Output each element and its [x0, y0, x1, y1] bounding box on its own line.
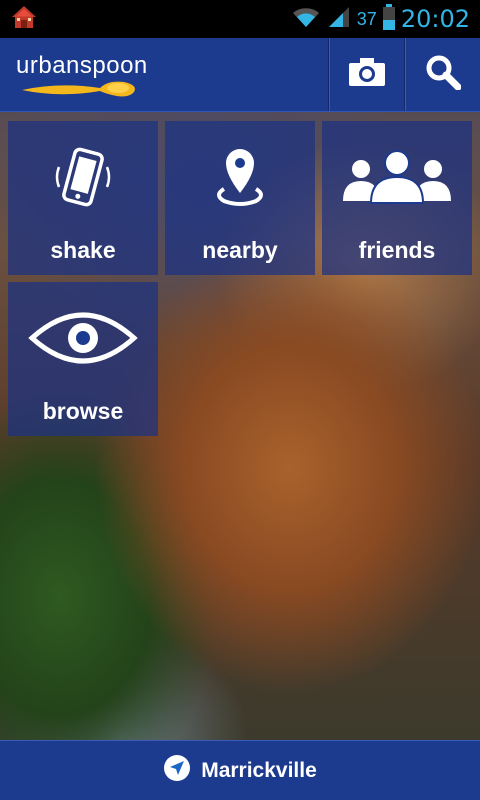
location-bar[interactable]: Marrickville — [0, 740, 480, 800]
battery-level: 37 — [356, 8, 377, 29]
wifi-icon — [291, 5, 321, 34]
tile-browse[interactable]: browse — [8, 282, 158, 436]
eye-icon — [28, 306, 138, 370]
tile-browse-label: browse — [42, 398, 124, 424]
tile-nearby[interactable]: nearby — [165, 121, 315, 275]
urbanspoon-logo[interactable]: urbanspoon — [0, 38, 328, 111]
search-button[interactable] — [404, 38, 480, 111]
signal-icon — [327, 5, 351, 34]
tile-shake-label: shake — [50, 237, 116, 263]
location-label: Marrickville — [201, 758, 317, 782]
camera-icon — [348, 57, 386, 92]
home-notification-icon — [10, 4, 38, 35]
status-bar: 37 20:02 — [0, 0, 480, 38]
tile-nearby-label: nearby — [202, 237, 278, 263]
app-header: urbanspoon — [0, 38, 480, 112]
camera-button[interactable] — [328, 38, 404, 111]
spoon-logo-icon — [22, 81, 135, 97]
clock: 20:02 — [400, 5, 470, 33]
logo-text: urbanspoon — [16, 52, 148, 79]
location-pin-icon — [210, 145, 270, 209]
people-group-icon — [337, 145, 457, 209]
search-icon — [425, 54, 461, 95]
location-arrow-icon — [163, 754, 191, 787]
battery-icon — [382, 3, 395, 35]
phone-shake-icon — [53, 145, 113, 209]
tile-friends[interactable]: friends — [322, 121, 472, 275]
tile-friends-label: friends — [358, 237, 436, 263]
tile-shake[interactable]: shake — [8, 121, 158, 275]
